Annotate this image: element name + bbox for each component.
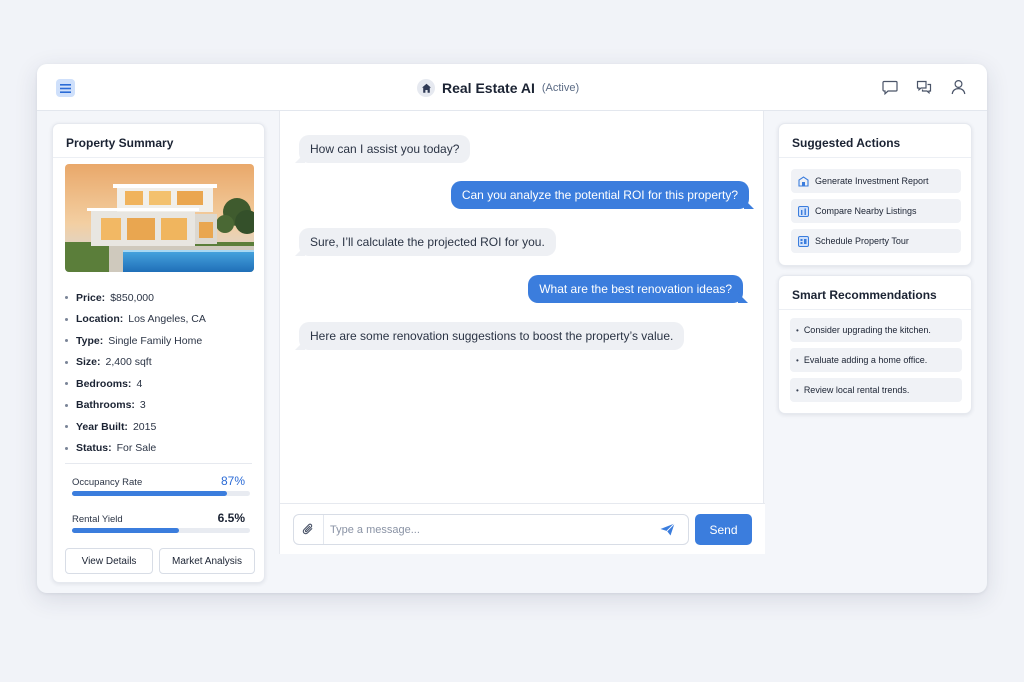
send-button[interactable]: Send: [695, 514, 752, 545]
recommendation-item: Review local rental trends.: [790, 378, 962, 402]
app-title: Real Estate AI: [442, 80, 535, 96]
property-details-list: Price: $850,000 Location: Los Angeles, CA …: [65, 287, 255, 459]
detail-size: Size: 2,400 sqft: [65, 352, 255, 374]
progress-bar: [72, 528, 250, 533]
action-generate-report[interactable]: Generate Investment Report: [791, 169, 961, 193]
paper-plane-icon[interactable]: [654, 515, 680, 544]
smart-recommendations-title: Smart Recommendations: [779, 276, 971, 310]
paperclip-icon[interactable]: [294, 515, 324, 544]
rental-yield-metric: Rental Yield 6.5%: [72, 511, 250, 533]
market-analysis-button[interactable]: Market Analysis: [159, 548, 255, 574]
progress-fill: [72, 491, 227, 496]
suggested-actions-title: Suggested Actions: [779, 124, 971, 158]
detail-year-built: Year Built: 2015: [65, 416, 255, 438]
conversations-icon[interactable]: [915, 78, 933, 96]
app-status: (Active): [541, 82, 580, 94]
metric-value: 6.5%: [217, 511, 245, 525]
detail-value: Los Angeles, CA: [128, 313, 206, 326]
calendar-icon: [798, 235, 809, 247]
chat-message-assistant: How can I assist you today?: [299, 135, 471, 163]
message-input[interactable]: [324, 523, 654, 536]
suggested-actions-panel: Suggested Actions Generate Investment Re…: [778, 123, 972, 266]
detail-label: Type:: [76, 334, 104, 347]
metric-value: 87%: [220, 474, 245, 488]
chat-panel: How can I assist you today? Can you anal…: [279, 111, 765, 554]
occupancy-rate-metric: Occupancy Rate 87%: [72, 474, 250, 496]
action-label: Schedule Property Tour: [815, 236, 909, 246]
menu-icon[interactable]: [56, 79, 75, 97]
smart-recommendations-panel: Smart Recommendations Consider upgrading…: [778, 275, 972, 414]
action-compare-listings[interactable]: Compare Nearby Listings: [791, 199, 961, 223]
action-label: Generate Investment Report: [815, 176, 929, 186]
detail-value: 2,400 sqft: [105, 356, 152, 369]
compare-icon: [798, 205, 809, 217]
building-icon: [798, 175, 809, 187]
chat-message-user: What are the best renovation ideas?: [528, 275, 743, 303]
detail-label: Price:: [76, 291, 106, 304]
detail-label: Status:: [76, 442, 112, 455]
detail-value: $850,000: [110, 291, 154, 304]
progress-fill: [72, 528, 179, 533]
detail-price: Price: $850,000: [65, 287, 255, 309]
app-title-group: Real Estate AI (Active): [417, 77, 579, 99]
detail-bedrooms: Bedrooms: 4: [65, 373, 255, 395]
app-window: Real Estate AI (Active) Property Summary: [37, 64, 987, 593]
action-schedule-tour[interactable]: Schedule Property Tour: [791, 229, 961, 253]
recommendation-item: Evaluate adding a home office.: [790, 348, 962, 372]
property-summary-title: Property Summary: [53, 124, 264, 158]
message-composer: Send: [280, 503, 765, 554]
chat-message-assistant: Here are some renovation suggestions to …: [299, 322, 685, 350]
top-icons: [881, 78, 967, 96]
detail-label: Bathrooms:: [76, 399, 135, 412]
top-bar: Real Estate AI (Active): [37, 64, 987, 111]
action-label: Compare Nearby Listings: [815, 206, 917, 216]
user-profile-icon[interactable]: [949, 78, 967, 96]
chat-bubble-icon[interactable]: [881, 78, 899, 96]
detail-label: Size:: [76, 356, 101, 369]
detail-bathrooms: Bathrooms: 3: [65, 395, 255, 417]
recommendation-item: Consider upgrading the kitchen.: [790, 318, 962, 342]
detail-location: Location: Los Angeles, CA: [65, 309, 255, 331]
house-logo-icon: [417, 79, 435, 97]
progress-bar: [72, 491, 250, 496]
divider: [65, 463, 252, 464]
property-photo: [65, 164, 254, 272]
detail-label: Year Built:: [76, 420, 128, 433]
chat-message-user: Can you analyze the potential ROI for th…: [450, 181, 749, 209]
detail-type: Type: Single Family Home: [65, 330, 255, 352]
detail-status: Status: For Sale: [65, 438, 255, 460]
detail-value: 4: [136, 377, 143, 390]
detail-value: 3: [139, 399, 146, 412]
detail-value: Single Family Home: [108, 334, 203, 347]
view-details-button[interactable]: View Details: [65, 548, 153, 574]
detail-value: 2015: [132, 420, 157, 433]
detail-label: Location:: [76, 313, 124, 326]
message-input-box: [293, 514, 689, 545]
property-summary-panel: Property Summary Price: $850,000 Locatio…: [52, 123, 265, 583]
detail-value: For Sale: [116, 442, 157, 455]
detail-label: Bedrooms:: [76, 377, 132, 390]
chat-message-assistant: Sure, I’ll calculate the projected ROI f…: [299, 228, 556, 256]
property-actions: View Details Market Analysis: [65, 548, 255, 574]
